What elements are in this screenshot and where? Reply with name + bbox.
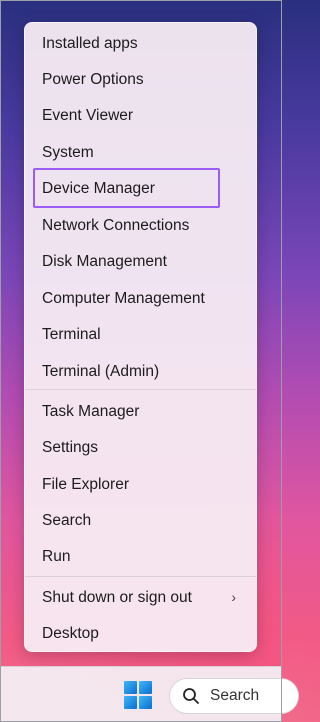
menu-item-search[interactable]: Search [29,504,252,538]
menu-item-label: Task Manager [42,403,140,420]
menu-item-label: File Explorer [42,476,129,493]
taskbar: Search [0,666,299,722]
menu-item-file-explorer[interactable]: File Explorer [29,468,252,502]
menu-item-label: Settings [42,439,99,456]
menu-item-terminal-admin[interactable]: Terminal (Admin) [29,355,252,389]
menu-item-power-options[interactable]: Power Options [29,63,252,97]
menu-item-event-viewer[interactable]: Event Viewer [29,99,252,133]
menu-item-shut-down[interactable]: Shut down or sign out › [29,581,252,615]
menu-item-system[interactable]: System [29,136,252,170]
menu-item-installed-apps[interactable]: Installed apps [29,27,252,61]
menu-item-network-connections[interactable]: Network Connections [29,209,252,243]
menu-separator [25,389,256,390]
windows-start-icon[interactable] [124,681,152,709]
search-icon [183,688,199,704]
chevron-right-icon: › [231,589,236,605]
taskbar-search-box[interactable]: Search [169,678,299,714]
menu-item-label: Power Options [42,71,144,88]
menu-item-label: Shut down or sign out [42,589,192,606]
menu-item-desktop[interactable]: Desktop [29,617,252,651]
menu-item-label: Computer Management [42,290,205,307]
menu-item-run[interactable]: Run [29,540,252,574]
menu-item-label: Event Viewer [42,107,134,124]
menu-item-label: System [42,144,94,161]
menu-item-label: Installed apps [42,35,138,52]
menu-separator [25,576,256,577]
menu-item-disk-management[interactable]: Disk Management [29,245,252,279]
menu-item-label: Desktop [42,625,99,642]
menu-item-task-manager[interactable]: Task Manager [29,395,252,429]
menu-item-label: Terminal [42,326,101,343]
menu-item-terminal[interactable]: Terminal [29,318,252,352]
menu-item-label: Run [42,548,71,565]
menu-item-computer-management[interactable]: Computer Management [29,282,252,316]
menu-item-label: Network Connections [42,217,190,234]
winx-context-menu: Installed apps Power Options Event Viewe… [24,22,257,652]
menu-item-label: Device Manager [42,180,155,197]
menu-item-settings[interactable]: Settings [29,431,252,465]
menu-item-label: Disk Management [42,253,167,270]
menu-item-device-manager[interactable]: Device Manager [29,172,252,206]
menu-item-label: Terminal (Admin) [42,363,160,380]
search-label: Search [210,687,260,704]
menu-item-label: Search [42,512,92,529]
